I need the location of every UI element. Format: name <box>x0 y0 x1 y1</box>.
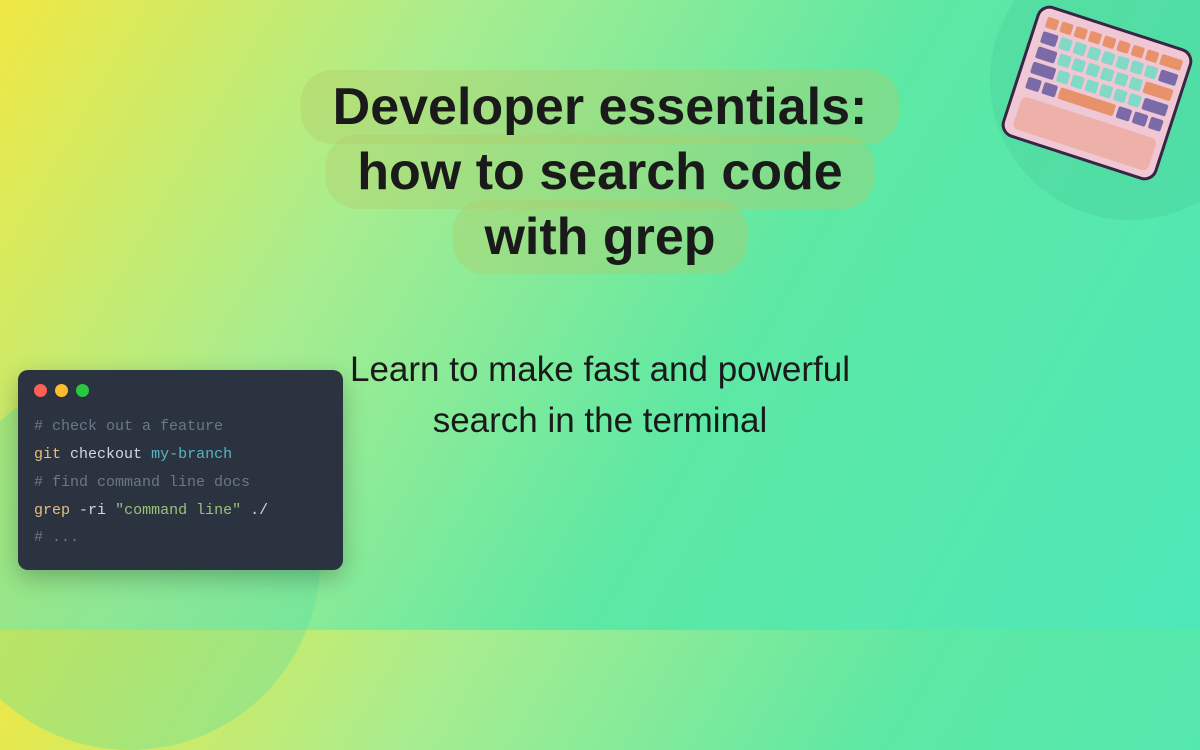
page-title: Developer essentials: how to search code… <box>301 70 900 274</box>
maximize-dot-icon <box>76 384 89 397</box>
terminal-window-icon: # check out a feature git checkout my-br… <box>18 370 343 570</box>
terminal-comment-1: # check out a feature <box>34 413 327 441</box>
title-line-2: how to search code <box>357 143 842 201</box>
minimize-dot-icon <box>55 384 68 397</box>
terminal-cmd: grep <box>34 502 70 519</box>
title-line-1: Developer essentials: <box>333 78 868 136</box>
terminal-flags: -ri <box>79 502 106 519</box>
title-container: Developer essentials: how to search code… <box>301 75 900 270</box>
terminal-window-controls <box>34 384 327 397</box>
terminal-comment-3: # ... <box>34 524 327 552</box>
terminal-comment-2: # find command line docs <box>34 469 327 497</box>
terminal-path: ./ <box>250 502 268 519</box>
terminal-subcommand: checkout <box>70 446 142 463</box>
page-subtitle: Learn to make fast and powerful search i… <box>330 345 870 447</box>
terminal-command-2: grep -ri "command line" ./ <box>34 497 327 525</box>
title-line-3: with grep <box>484 208 715 266</box>
close-dot-icon <box>34 384 47 397</box>
terminal-arg: my-branch <box>151 446 232 463</box>
terminal-command-1: git checkout my-branch <box>34 441 327 469</box>
terminal-string: "command line" <box>115 502 241 519</box>
terminal-cmd: git <box>34 446 61 463</box>
